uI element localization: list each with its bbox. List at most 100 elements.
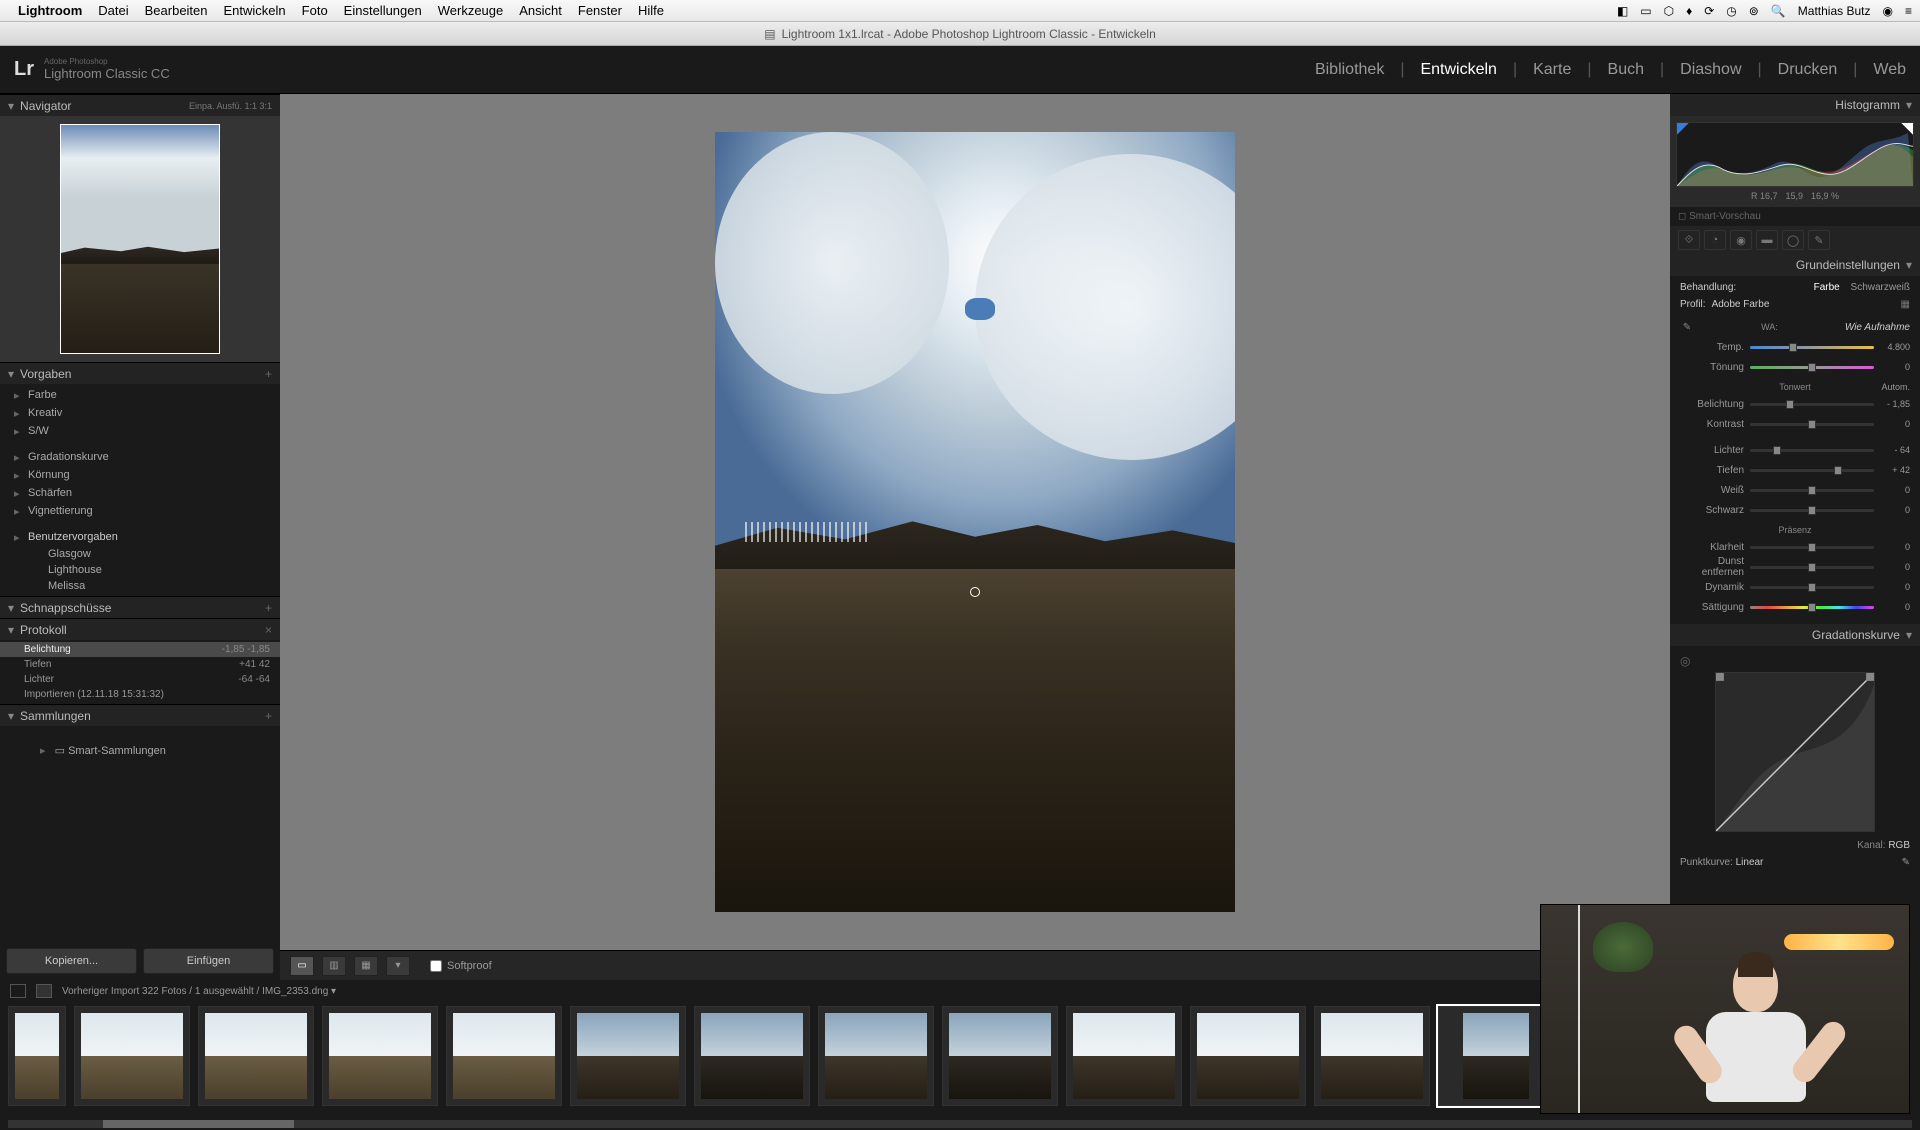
siri-icon[interactable]: ◉ bbox=[1883, 4, 1893, 18]
sync-icon[interactable]: ⟳ bbox=[1704, 4, 1714, 18]
thumb-1[interactable] bbox=[8, 1006, 66, 1106]
screenshare-icon[interactable]: ▭ bbox=[1640, 4, 1651, 18]
wb-dropdown[interactable]: Wie Aufnahme bbox=[1845, 322, 1910, 333]
grid-view-icon[interactable] bbox=[36, 984, 52, 998]
thumb-2[interactable] bbox=[74, 1006, 190, 1106]
eyedropper-icon[interactable]: ✎ bbox=[1680, 322, 1694, 333]
module-karte[interactable]: Karte bbox=[1533, 61, 1571, 79]
dehaze-value[interactable]: 0 bbox=[1874, 562, 1910, 572]
tint-value[interactable]: 0 bbox=[1874, 362, 1910, 372]
filmstrip-path[interactable]: Vorheriger Import 322 Fotos / 1 ausgewäh… bbox=[62, 986, 336, 997]
navigator-preview[interactable] bbox=[0, 116, 280, 362]
navigator-zoom[interactable]: Einpa. Ausfü. 1:1 3:1 bbox=[189, 101, 272, 111]
smart-collections[interactable]: ▭ Smart-Sammlungen bbox=[0, 740, 280, 761]
highlights-slider[interactable] bbox=[1750, 449, 1874, 452]
target-adjustment-icon[interactable]: ◎ bbox=[1680, 654, 1690, 668]
second-monitor-icon[interactable] bbox=[10, 984, 26, 998]
add-preset-icon[interactable]: + bbox=[265, 367, 272, 381]
paste-settings-button[interactable]: Einfügen bbox=[143, 948, 274, 974]
navigator-header[interactable]: Navigator Einpa. Ausfü. 1:1 3:1 bbox=[0, 94, 280, 116]
thumb-5[interactable] bbox=[446, 1006, 562, 1106]
preset-group-gradkurve[interactable]: Gradationskurve bbox=[0, 448, 280, 466]
curve-edit-icon[interactable]: ✎ bbox=[1902, 857, 1910, 868]
history-item[interactable]: Importieren (12.11.18 15:31:32) bbox=[0, 687, 280, 702]
preset-glasgow[interactable]: Glasgow bbox=[0, 546, 280, 562]
profile-browser-icon[interactable]: ▦ bbox=[1901, 299, 1910, 310]
spotlight-icon[interactable]: 🔍 bbox=[1771, 4, 1786, 18]
preset-group-kreativ[interactable]: Kreativ bbox=[0, 404, 280, 422]
blacks-value[interactable]: 0 bbox=[1874, 505, 1910, 515]
radial-tool-icon[interactable]: ◯ bbox=[1782, 230, 1804, 250]
temp-value[interactable]: 4.800 bbox=[1874, 342, 1910, 352]
shadows-value[interactable]: + 42 bbox=[1874, 465, 1910, 475]
module-buch[interactable]: Buch bbox=[1608, 61, 1644, 79]
highlight-clip-icon[interactable] bbox=[1901, 123, 1913, 135]
notification-icon[interactable]: ≡ bbox=[1905, 4, 1912, 18]
menu-einstellungen[interactable]: Einstellungen bbox=[344, 3, 422, 18]
preset-lighthouse[interactable]: Lighthouse bbox=[0, 562, 280, 578]
softproof-checkbox[interactable] bbox=[430, 960, 442, 972]
menu-hilfe[interactable]: Hilfe bbox=[638, 3, 664, 18]
tint-slider[interactable] bbox=[1750, 366, 1874, 369]
preset-group-sw[interactable]: S/W bbox=[0, 422, 280, 440]
thumb-6[interactable] bbox=[570, 1006, 686, 1106]
shadow-clip-icon[interactable] bbox=[1677, 123, 1689, 135]
app-menu[interactable]: Lightroom bbox=[18, 3, 82, 18]
histogram-header[interactable]: Histogramm bbox=[1670, 94, 1920, 116]
softproof-toggle[interactable]: Softproof bbox=[430, 960, 492, 972]
highlights-value[interactable]: - 64 bbox=[1874, 445, 1910, 455]
exposure-value[interactable]: - 1,85 bbox=[1874, 399, 1910, 409]
menu-entwickeln[interactable]: Entwickeln bbox=[224, 3, 286, 18]
before-after-yy-button[interactable]: ▥ bbox=[322, 956, 346, 976]
crop-tool-icon[interactable]: ⟐ bbox=[1678, 230, 1700, 250]
spot-tool-icon[interactable]: ◔ bbox=[1704, 230, 1726, 250]
photo-canvas[interactable] bbox=[280, 94, 1670, 950]
loupe-view-button[interactable]: ▭ bbox=[290, 956, 314, 976]
basic-header[interactable]: Grundeinstellungen bbox=[1670, 254, 1920, 276]
temp-slider[interactable] bbox=[1750, 346, 1874, 349]
thumb-selected[interactable] bbox=[1438, 1006, 1554, 1106]
whites-value[interactable]: 0 bbox=[1874, 485, 1910, 495]
history-item[interactable]: Lichter-64 -64 bbox=[0, 672, 280, 687]
snapshots-header[interactable]: Schnappschüsse + bbox=[0, 596, 280, 618]
shadows-slider[interactable] bbox=[1750, 469, 1874, 472]
clarity-value[interactable]: 0 bbox=[1874, 542, 1910, 552]
before-after-xy-button[interactable]: ▦ bbox=[354, 956, 378, 976]
backblaze-icon[interactable]: ♦ bbox=[1686, 4, 1692, 18]
thumb-10[interactable] bbox=[1066, 1006, 1182, 1106]
treatment-bw[interactable]: Schwarzweiß bbox=[1851, 282, 1910, 293]
preset-group-farbe[interactable]: Farbe bbox=[0, 386, 280, 404]
vibrance-value[interactable]: 0 bbox=[1874, 582, 1910, 592]
filmstrip-scrollbar[interactable] bbox=[8, 1120, 1912, 1128]
module-web[interactable]: Web bbox=[1873, 61, 1906, 79]
thumb-7[interactable] bbox=[694, 1006, 810, 1106]
vibrance-slider[interactable] bbox=[1750, 586, 1874, 589]
auto-tone-button[interactable]: Autom. bbox=[1881, 382, 1910, 392]
menu-ansicht[interactable]: Ansicht bbox=[519, 3, 562, 18]
menu-bearbeiten[interactable]: Bearbeiten bbox=[145, 3, 208, 18]
sammlungen-header[interactable]: Sammlungen + bbox=[0, 704, 280, 726]
tone-curve-editor[interactable] bbox=[1715, 672, 1875, 832]
thumb-12[interactable] bbox=[1314, 1006, 1430, 1106]
treatment-color[interactable]: Farbe bbox=[1814, 282, 1840, 293]
channel-picker[interactable]: RGB bbox=[1888, 840, 1910, 851]
module-entwickeln[interactable]: Entwickeln bbox=[1420, 61, 1496, 79]
histogram-display[interactable] bbox=[1676, 122, 1914, 187]
preset-group-schaerfen[interactable]: Schärfen bbox=[0, 484, 280, 502]
module-drucken[interactable]: Drucken bbox=[1778, 61, 1838, 79]
whites-slider[interactable] bbox=[1750, 489, 1874, 492]
add-snapshot-icon[interactable]: + bbox=[265, 601, 272, 615]
preset-group-vignett[interactable]: Vignettierung bbox=[0, 502, 280, 520]
copy-settings-button[interactable]: Kopieren... bbox=[6, 948, 137, 974]
history-item[interactable]: Belichtung-1,85 -1,85 bbox=[0, 642, 280, 657]
thumb-3[interactable] bbox=[198, 1006, 314, 1106]
exposure-slider[interactable] bbox=[1750, 403, 1874, 406]
thumb-8[interactable] bbox=[818, 1006, 934, 1106]
add-collection-icon[interactable]: + bbox=[265, 709, 272, 723]
timemachine-icon[interactable]: ◷ bbox=[1726, 4, 1736, 18]
wifi-icon[interactable]: ⊚ bbox=[1749, 4, 1759, 18]
blacks-slider[interactable] bbox=[1750, 509, 1874, 512]
contrast-value[interactable]: 0 bbox=[1874, 419, 1910, 429]
saturation-slider[interactable] bbox=[1750, 606, 1874, 609]
history-item[interactable]: Tiefen+41 42 bbox=[0, 657, 280, 672]
